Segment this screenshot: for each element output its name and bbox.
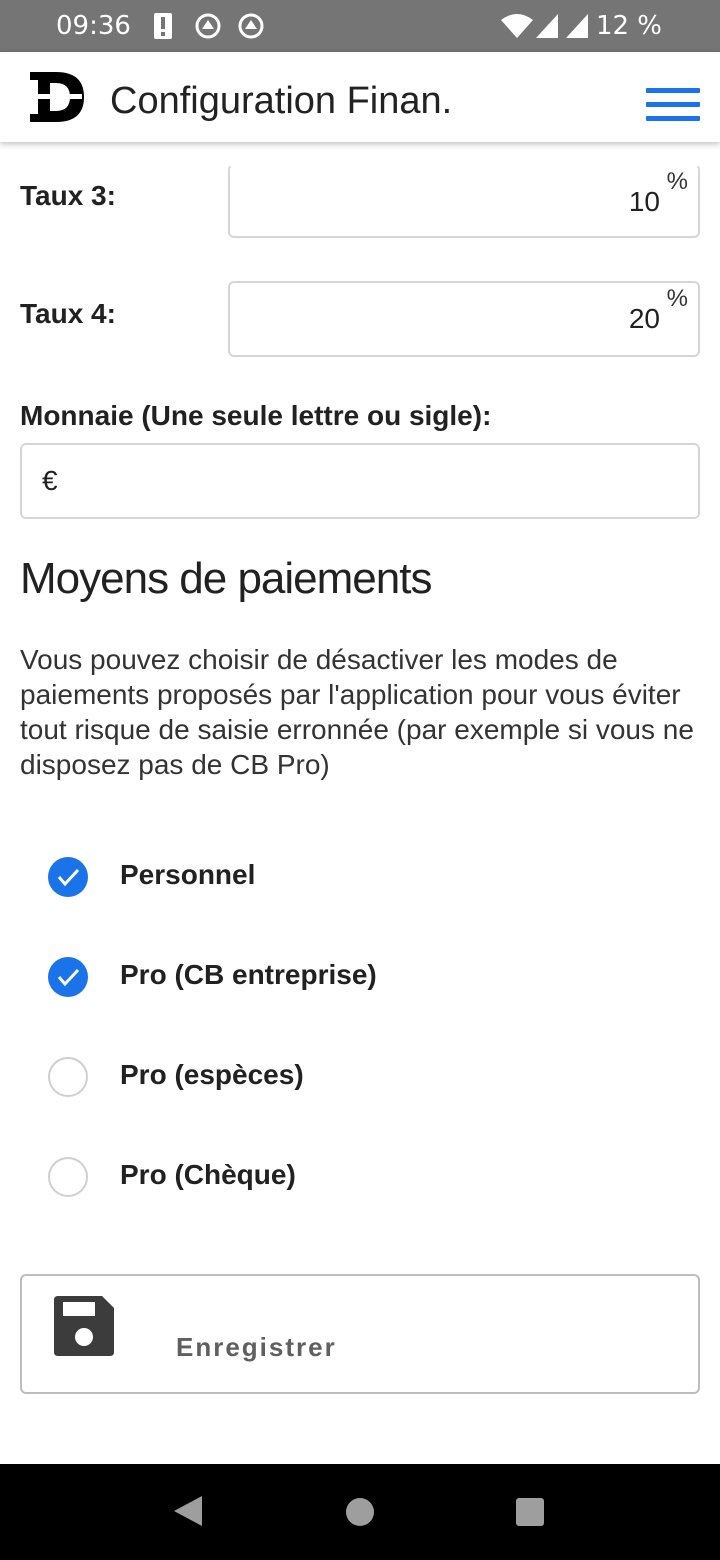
rate3-unit: %: [666, 168, 688, 195]
floppy-disk-icon: [54, 1296, 114, 1361]
status-bar: 09:36 12 %: [0, 0, 720, 52]
recents-icon[interactable]: [514, 1496, 546, 1533]
hamburger-menu-icon[interactable]: [646, 88, 700, 128]
rate4-unit: %: [666, 285, 688, 312]
rate3-input[interactable]: 10 %: [228, 164, 700, 238]
checkbox-checked-icon[interactable]: [48, 857, 88, 897]
back-icon[interactable]: [172, 1494, 204, 1533]
wifi-icon: [500, 12, 534, 44]
payments-heading: Moyens de paiements: [20, 554, 432, 603]
checkbox-checked-icon[interactable]: [48, 957, 88, 997]
payment-option-label: Pro (CB entreprise): [120, 959, 377, 990]
rate4-input[interactable]: 20 %: [228, 281, 700, 357]
save-button-label: Enregistrer: [176, 1332, 337, 1362]
battery-level: 12 %: [595, 11, 662, 41]
payment-option-label: Personnel: [120, 859, 256, 890]
checkbox-unchecked-icon[interactable]: [48, 1157, 88, 1197]
home-icon[interactable]: [344, 1496, 376, 1533]
rate4-label: Taux 4:: [20, 298, 116, 329]
sync-icon: [194, 12, 222, 44]
save-button[interactable]: Enregistrer: [20, 1274, 700, 1394]
sync-icon: [237, 12, 265, 44]
rate3-value: 10: [628, 186, 660, 217]
alert-icon: [153, 12, 173, 44]
app-bar: Configuration Finan.: [0, 52, 720, 142]
currency-value: €: [42, 465, 58, 496]
checkbox-unchecked-icon[interactable]: [48, 1057, 88, 1097]
payments-description: Vous pouvez choisir de désactiver les mo…: [20, 644, 694, 780]
currency-label: Monnaie (Une seule lettre ou sigle):: [20, 400, 492, 431]
rate4-value: 20: [628, 303, 660, 334]
signal-icon: [534, 12, 560, 44]
signal-icon: [564, 12, 590, 44]
currency-input[interactable]: €: [20, 443, 700, 519]
payment-option-label: Pro (espèces): [120, 1059, 304, 1090]
payment-option-label: Pro (Chèque): [120, 1159, 296, 1190]
nav-bar: [0, 1464, 720, 1560]
app-logo: [30, 72, 84, 127]
rate3-label: Taux 3:: [20, 180, 116, 211]
page-title: Configuration Finan.: [110, 80, 453, 122]
status-time: 09:36: [56, 11, 131, 41]
